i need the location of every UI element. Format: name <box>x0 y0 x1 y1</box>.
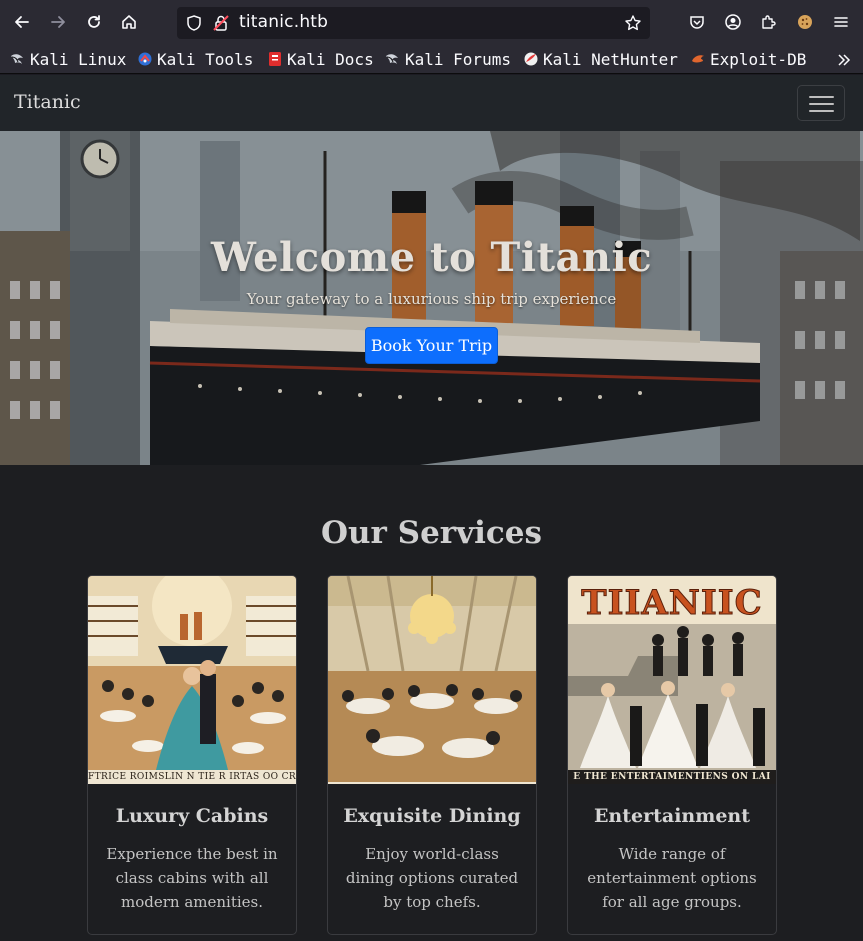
service-card-exquisite-dining: Exquisite Dining Enjoy world-class dinin… <box>327 575 537 935</box>
account-icon <box>725 14 741 30</box>
services-heading: Our Services <box>321 515 542 551</box>
bookmark-exploit-db[interactable]: Exploit-DB <box>690 49 806 69</box>
navbar-toggler-button[interactable] <box>797 85 845 121</box>
service-card-title: Exquisite Dining <box>343 805 521 827</box>
poster-banner-text: TIIANIIC <box>581 583 762 623</box>
cookie-icon <box>798 15 812 29</box>
insecure-lock-icon[interactable] <box>212 14 230 32</box>
reload-icon <box>88 15 100 28</box>
hero-subtitle: Your gateway to a luxurious ship trip ex… <box>246 290 617 308</box>
double-chevron-right-icon <box>838 54 851 66</box>
bookmarks-toolbar: Kali Linux Kali Tools Kali Docs Kali For… <box>0 44 863 74</box>
dining-hall-chandelier-illustration <box>328 576 536 784</box>
browser-toolbar: titanic.htb <box>0 0 863 44</box>
arrow-right-icon <box>51 16 65 28</box>
bookmark-label: Exploit-DB <box>710 49 807 69</box>
navbar-brand[interactable]: Titanic <box>14 91 81 113</box>
exploit-db-icon <box>692 55 704 63</box>
toggler-bar-icon <box>809 103 834 105</box>
kali-docs-icon <box>269 52 281 66</box>
bookmark-kali-nethunter[interactable]: Kali NetHunter <box>523 49 678 69</box>
bookmark-kali-tools[interactable]: Kali Tools <box>137 49 253 69</box>
bookmark-kali-linux[interactable]: Kali Linux <box>10 49 126 69</box>
toggler-bar-icon <box>809 96 834 98</box>
hero-title: Welcome to Titanic <box>210 234 653 281</box>
bookmark-label: Kali Docs <box>287 49 374 69</box>
kali-dragon-icon <box>386 54 398 64</box>
service-card-title: Entertainment <box>593 805 751 827</box>
nethunter-icon <box>524 52 538 66</box>
home-icon <box>122 15 136 29</box>
reload-button[interactable] <box>81 9 107 35</box>
hero-section: Welcome to Titanic Your gateway to a lux… <box>0 131 863 465</box>
puzzle-icon <box>762 15 776 29</box>
bookmark-label: Kali NetHunter <box>543 49 678 69</box>
entertainment-poster-illustration: TIIANIIC <box>568 576 776 784</box>
exquisite-dining-image <box>328 576 536 784</box>
book-your-trip-button[interactable]: Book Your Trip <box>365 327 498 364</box>
service-card-title: Luxury Cabins <box>115 805 269 827</box>
hamburger-menu-icon <box>834 17 848 27</box>
luxury-cabins-image-caption: FTRICE ROIMSLIN N TIE R IRTAS OO CRAS I <box>88 770 296 784</box>
address-bar[interactable]: titanic.htb <box>177 7 650 39</box>
bookmark-label: Kali Forums <box>405 49 511 69</box>
app-menu-button[interactable] <box>828 9 854 35</box>
kali-tools-icon <box>138 52 152 66</box>
site-navbar: Titanic <box>0 75 863 131</box>
pocket-icon <box>690 16 704 29</box>
bookmark-label: Kali Tools <box>157 49 254 69</box>
bookmark-star-icon[interactable] <box>624 14 642 32</box>
kali-dragon-icon <box>11 54 23 64</box>
url-text[interactable]: titanic.htb <box>239 12 328 32</box>
account-button[interactable] <box>720 9 746 35</box>
service-card-luxury-cabins: FTRICE ROIMSLIN N TIE R IRTAS OO CRAS I … <box>87 575 297 935</box>
ballroom-dancers-illustration <box>88 576 296 784</box>
entertainment-image: TIIANIIC E THE ENTERTAIMENTIENS ON LAI <box>568 576 776 784</box>
service-card-text: Experience the best in class cabins with… <box>106 845 278 911</box>
shield-icon[interactable] <box>185 14 203 32</box>
entertainment-image-caption: E THE ENTERTAIMENTIENS ON LAI <box>568 770 776 784</box>
arrow-left-icon <box>15 16 29 28</box>
toggler-bar-icon <box>809 110 834 112</box>
service-card-text: Wide range of entertainment options for … <box>587 845 757 911</box>
cookie-extension-button[interactable] <box>792 9 818 35</box>
forward-button[interactable] <box>45 9 71 35</box>
services-section: Our Services FTRICE ROIMSLIN N TIE R IRT… <box>0 465 863 941</box>
home-button[interactable] <box>116 9 142 35</box>
service-card-text: Enjoy world-class dining options curated… <box>345 845 519 911</box>
bookmark-kali-forums[interactable]: Kali Forums <box>385 49 511 69</box>
service-card-entertainment: TIIANIIC E THE ENTERTAIMENTIENS ON LAI E… <box>567 575 777 935</box>
pocket-button[interactable] <box>684 9 710 35</box>
bookmark-kali-docs[interactable]: Kali Docs <box>267 49 374 69</box>
bookmarks-overflow-button[interactable] <box>836 50 852 70</box>
back-button[interactable] <box>9 9 35 35</box>
bookmark-label: Kali Linux <box>30 49 127 69</box>
extensions-button[interactable] <box>756 9 782 35</box>
luxury-cabins-image: FTRICE ROIMSLIN N TIE R IRTAS OO CRAS I <box>88 576 296 784</box>
